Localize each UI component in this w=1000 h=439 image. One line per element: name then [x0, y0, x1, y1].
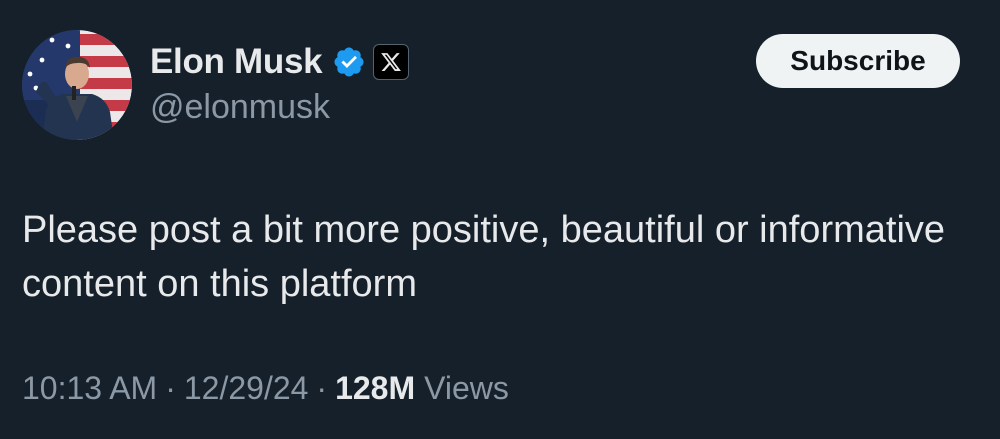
x-logo-icon[interactable] — [373, 44, 410, 80]
subscribe-button[interactable]: Subscribe — [756, 34, 960, 88]
views-count[interactable]: 128M — [335, 370, 415, 407]
tweet: Elon Musk @elonmusk Subscribe Please pos… — [0, 0, 1000, 439]
tweet-time[interactable]: 10:13 AM — [22, 370, 157, 407]
meta-separator: · — [165, 370, 176, 406]
views-label[interactable]: Views — [424, 370, 509, 407]
tweet-meta: 10:13 AM · 12/29/24 · 128M Views — [22, 370, 509, 407]
avatar-image — [22, 30, 132, 140]
user-handle[interactable]: @elonmusk — [150, 88, 330, 127]
name-row: Elon Musk — [150, 40, 410, 84]
tweet-text: Please post a bit more positive, beautif… — [22, 209, 946, 305]
tweet-date[interactable]: 12/29/24 — [184, 370, 309, 407]
verified-badge-icon[interactable] — [332, 45, 366, 79]
meta-separator: · — [316, 370, 328, 406]
avatar[interactable] — [22, 30, 132, 140]
display-name[interactable]: Elon Musk — [150, 42, 323, 82]
